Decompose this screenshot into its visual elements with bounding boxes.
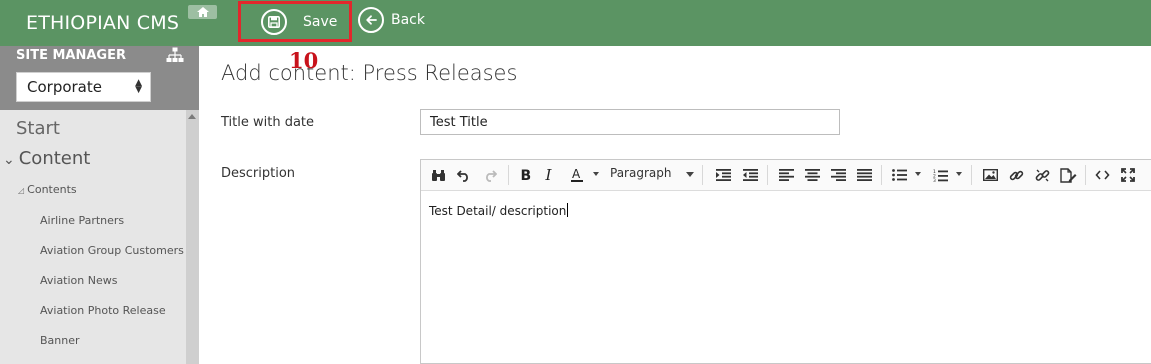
back-label: Back	[391, 12, 425, 28]
nav-item-contents-label: Contents	[27, 183, 77, 196]
site-select[interactable]: Corporate ▲ ▼	[16, 72, 151, 102]
svg-text:3: 3	[933, 178, 936, 182]
nav-item-start[interactable]: Start	[16, 118, 60, 139]
nav-item-content-label: Content	[18, 148, 91, 169]
step-marker: 10	[289, 48, 319, 73]
save-button[interactable]: Save	[238, 1, 352, 42]
nav-item-content[interactable]: ⌄ Content	[3, 148, 90, 169]
paragraph-format-select[interactable]: Paragraph	[610, 166, 671, 180]
nav-item-aviation-photo-release[interactable]: Aviation Photo Release	[40, 304, 166, 317]
unlink-icon[interactable]	[1034, 166, 1050, 184]
page-title: Add content: Press Releases	[221, 61, 518, 85]
title-input-value: Test Title	[430, 114, 488, 130]
binoculars-icon[interactable]	[430, 166, 446, 184]
toolbar-divider	[881, 165, 882, 185]
insert-image-icon[interactable]	[982, 166, 998, 184]
svg-text:B: B	[521, 168, 532, 182]
align-right-icon[interactable]	[830, 166, 846, 184]
nav-item-airline-partners[interactable]: Airline Partners	[40, 214, 124, 227]
top-bar: ETHIOPIAN CMS Save Back	[0, 0, 1151, 46]
home-icon[interactable]	[188, 5, 217, 19]
nav-item-aviation-news[interactable]: Aviation News	[40, 274, 117, 287]
chevron-down-icon: ⌄	[3, 152, 15, 168]
font-color-dropdown-icon[interactable]	[593, 172, 599, 176]
nav-item-contents[interactable]: ◿ Contents	[18, 183, 77, 196]
app-title: ETHIOPIAN CMS	[26, 12, 180, 34]
redo-icon[interactable]	[482, 166, 498, 184]
nav-item-aviation-group-customers[interactable]: Aviation Group Customers	[40, 244, 184, 257]
undo-icon[interactable]	[456, 166, 472, 184]
sidebar-scrollbar[interactable]	[186, 110, 199, 364]
fullscreen-icon[interactable]	[1120, 166, 1136, 184]
italic-icon[interactable]: I	[542, 166, 558, 184]
sidebar: SITE MANAGER Corporate ▲ ▼ Start ⌄ Content…	[0, 46, 199, 364]
editor-toolbar: B I A Paragraph 1 2 3	[421, 160, 1151, 191]
scroll-up-icon[interactable]	[188, 114, 196, 119]
site-manager-title: SITE MANAGER	[16, 48, 126, 63]
select-arrows-icon: ▲ ▼	[135, 78, 142, 95]
sidebar-nav: Start ⌄ Content ◿ Contents Airline Partner…	[0, 110, 186, 364]
text-cursor	[567, 203, 569, 217]
align-center-icon[interactable]	[804, 166, 820, 184]
editor-body-text: Test Detail/ description	[429, 204, 567, 218]
align-justify-icon[interactable]	[856, 166, 872, 184]
bold-icon[interactable]: B	[517, 166, 533, 184]
bullet-list-icon[interactable]	[891, 166, 907, 184]
toolbar-divider	[767, 165, 768, 185]
editor-content-area[interactable]: Test Detail/ description	[429, 203, 569, 218]
nav-item-banner[interactable]: Banner	[40, 334, 80, 347]
toolbar-divider	[971, 165, 972, 185]
font-color-icon[interactable]: A	[568, 166, 586, 184]
svg-text:A: A	[572, 167, 581, 181]
toolbar-divider	[702, 165, 703, 185]
tree-expanded-icon: ◿	[18, 186, 25, 195]
svg-text:I: I	[545, 168, 553, 182]
title-input[interactable]: Test Title	[420, 109, 840, 135]
back-button[interactable]: Back	[358, 6, 425, 34]
paragraph-dropdown-icon[interactable]	[686, 172, 694, 177]
toolbar-divider	[508, 165, 509, 185]
link-icon[interactable]	[1008, 166, 1024, 184]
indent-icon[interactable]	[715, 166, 731, 184]
description-label: Description	[221, 166, 296, 181]
numbered-list-dropdown-icon[interactable]	[956, 172, 962, 176]
bullet-list-dropdown-icon[interactable]	[915, 172, 921, 176]
site-select-value: Corporate	[27, 78, 102, 96]
align-left-icon[interactable]	[778, 166, 794, 184]
save-label: Save	[303, 14, 338, 30]
floppy-disk-icon	[261, 9, 287, 35]
site-manager-header: SITE MANAGER Corporate ▲ ▼	[0, 46, 199, 110]
sitemap-icon[interactable]	[166, 47, 184, 67]
outdent-icon[interactable]	[742, 166, 758, 184]
insert-file-icon[interactable]	[1059, 166, 1077, 184]
arrow-left-icon	[358, 7, 384, 33]
title-label: Title with date	[221, 115, 315, 130]
rich-text-editor: B I A Paragraph 1 2 3 Test Detail/ descr…	[420, 159, 1151, 364]
toolbar-divider	[1085, 165, 1086, 185]
numbered-list-icon[interactable]: 1 2 3	[932, 166, 948, 184]
code-view-icon[interactable]	[1094, 166, 1110, 184]
